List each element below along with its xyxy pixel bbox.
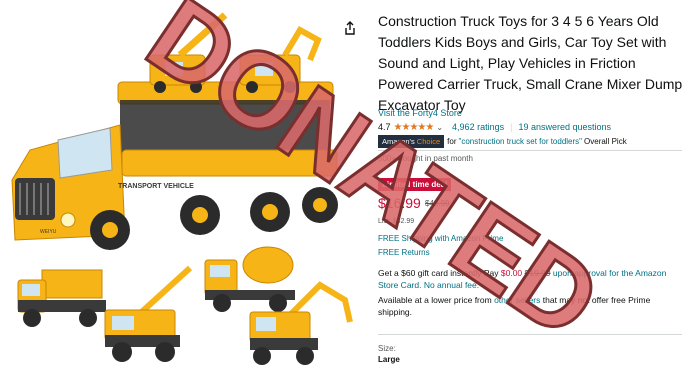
amazons-choice-row: Amazon's Choice for "construction truck … [378,135,627,148]
choice-suffix: Overall Pick [584,137,627,146]
bought-past-month: 500+ bought in past month [378,154,473,163]
shipping-line: FREE Shipping with Amazon Prime [378,234,503,243]
badge-prefix: Amazon's [382,137,415,146]
other-sellers-link[interactable]: other sellers [494,295,540,305]
divider [378,334,682,335]
size-value[interactable]: Large [378,355,400,364]
gift-price: $0.00 [500,268,523,278]
list-price-label: List: $42.99 [378,218,415,225]
store-link[interactable]: Visit the Forty4 Store [378,108,462,118]
availability-note: Available at a lower price from other se… [378,294,684,318]
gift-text-1: Get a $60 gift card instantly [378,268,482,278]
choice-for-text: for [447,137,457,146]
product-title: Construction Truck Toys for 3 4 5 6 Year… [378,13,683,113]
list-price-strike: $42.99 [425,199,450,208]
deal-badge: Limited time deal [378,178,452,191]
badge-word: Choice [416,137,441,146]
ratings-count-link[interactable]: 4,962 ratings [452,122,504,132]
shipping-link[interactable]: FREE Shipping with Amazon Prime [378,234,503,243]
carrier-wheels [90,187,338,250]
small-crane [104,265,193,362]
choice-query-link[interactable]: "construction truck set for toddlers" [459,137,583,146]
rating-value: 4.7 [378,122,391,132]
answered-questions-link[interactable]: 19 answered questions [518,122,611,132]
gift-card-offer: Get a $60 gift card instantly Pay $0.00 … [378,267,684,291]
size-label: Size: [378,344,396,353]
share-icon[interactable] [342,20,358,36]
divider: | [510,122,513,132]
star-rating-icon[interactable]: ★★★★★ [394,122,435,133]
divider [378,150,682,151]
gift-text-2: Pay [483,268,499,278]
small-mixer [204,246,295,312]
price: $16.99 [378,195,421,211]
rating-row: 4.7 ★★★★★ ⌄ 4,962 ratings | 19 answered … [378,121,611,133]
amazons-choice-badge: Amazon's Choice [378,135,445,148]
returns-line: FREE Returns [378,248,430,257]
carrier-upper-deck [117,81,338,177]
avail-text-1: Available at a lower price from [378,295,492,305]
toy-truck-illustration: TRANSPORT VEHICLE WEIYU [11,12,353,365]
small-dump-truck [17,269,106,327]
returns-link[interactable]: FREE Returns [378,248,430,257]
product-image[interactable]: TRANSPORT VEHICLE WEIYU [0,0,365,373]
chevron-down-icon[interactable]: ⌄ [436,123,443,132]
gift-old-price: $19.99 [524,268,551,278]
plate-label: WEIYU [40,229,57,235]
truck-label: TRANSPORT VEHICLE [118,183,194,190]
top-crane-toy [149,12,228,93]
